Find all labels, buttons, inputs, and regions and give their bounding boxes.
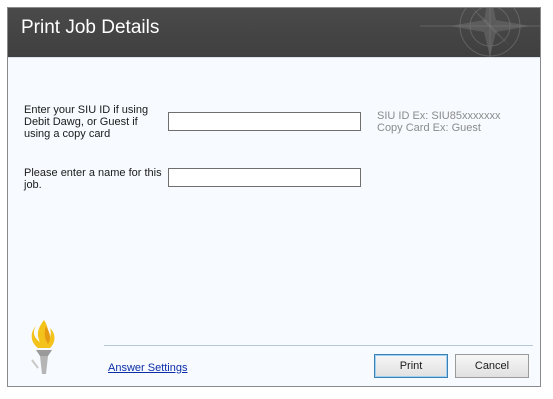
footer-divider — [104, 345, 533, 346]
print-job-details-dialog: Print Job Details Enter your SIU ID if u… — [7, 7, 541, 387]
siu-id-label-line: Debit Dawg, or Guest if — [24, 116, 138, 128]
answer-settings-link[interactable]: Answer Settings — [108, 362, 187, 374]
print-button[interactable]: Print — [374, 354, 448, 378]
job-name-label-line: Please enter a name for this — [24, 167, 162, 179]
siu-id-label-line: Enter your SIU ID if using — [24, 104, 149, 116]
dialog-title: Print Job Details — [21, 17, 160, 38]
siu-id-hint-line: SIU ID Ex: SIU85xxxxxxx — [377, 110, 501, 122]
title-bar: Print Job Details — [8, 8, 540, 57]
siu-id-hint: SIU ID Ex: SIU85xxxxxxx Copy Card Ex: Gu… — [377, 110, 500, 134]
title-divider — [8, 57, 540, 58]
siu-id-label: Enter your SIU ID if using Debit Dawg, o… — [24, 104, 148, 140]
siu-id-input[interactable] — [168, 112, 361, 131]
job-name-label-line: job. — [24, 179, 42, 191]
cancel-button[interactable]: Cancel — [455, 354, 529, 378]
siu-id-label-line: using a copy card — [24, 128, 111, 140]
job-name-input[interactable] — [168, 168, 361, 187]
job-name-label: Please enter a name for this job. — [24, 167, 162, 191]
compass-rose-icon — [420, 8, 540, 57]
copy-card-hint-line: Copy Card Ex: Guest — [377, 122, 481, 134]
torch-logo-icon — [31, 320, 55, 374]
